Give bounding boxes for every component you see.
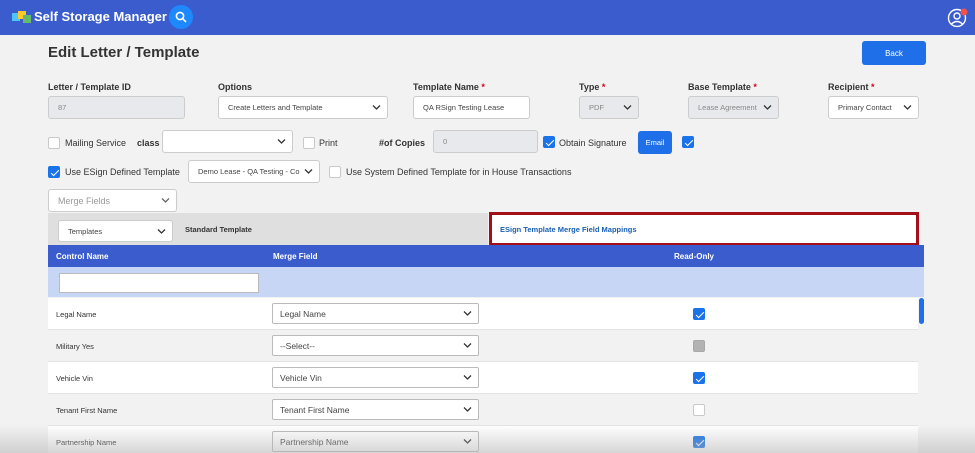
table-row: Vehicle Vin Vehicle Vin — [48, 362, 918, 394]
template-name-label: Template Name * — [413, 82, 485, 92]
page-title: Edit Letter / Template — [48, 44, 200, 61]
table-row: Legal Name Legal Name — [48, 298, 918, 330]
recipient-label: Recipient * — [828, 82, 875, 92]
chevron-down-icon — [161, 198, 170, 203]
chevron-down-icon — [157, 229, 166, 234]
read-only-checkbox[interactable] — [693, 436, 705, 448]
merge-field-select[interactable]: Tenant First Name — [272, 399, 479, 420]
control-name-cell: Legal Name — [56, 310, 97, 319]
email-button[interactable]: Email — [638, 131, 672, 154]
top-bar: Self Storage Manager — [0, 0, 975, 35]
read-only-checkbox[interactable] — [693, 372, 705, 384]
chevron-down-icon — [463, 407, 472, 412]
control-name-filter-input[interactable] — [59, 273, 259, 293]
mapping-table-header: Control Name Merge Field Read-Only — [48, 245, 924, 267]
app-title: Self Storage Manager — [34, 9, 167, 24]
control-name-cell: Vehicle Vin — [56, 374, 93, 383]
control-name-cell: Military Yes — [56, 342, 94, 351]
copies-label: #of Copies — [379, 138, 426, 148]
chevron-down-icon — [763, 105, 772, 110]
search-button[interactable] — [169, 5, 193, 29]
merge-fields-select[interactable]: Merge Fields — [48, 189, 177, 212]
options-select[interactable]: Create Letters and Template — [218, 96, 388, 119]
options-label: Options — [218, 82, 252, 92]
search-icon — [175, 11, 187, 23]
control-name-cell: Tenant First Name — [56, 406, 118, 415]
copies-field[interactable]: 0 — [433, 130, 538, 153]
email-checkbox[interactable] — [682, 136, 694, 148]
use-system-template-checkbox[interactable] — [329, 166, 341, 178]
merge-field-select[interactable]: Partnership Name — [272, 431, 479, 452]
table-row: Partnership Name Partnership Name — [48, 426, 918, 453]
print-checkbox[interactable] — [303, 137, 315, 149]
use-system-template-label: Use System Defined Template for in House… — [346, 167, 572, 177]
chevron-down-icon — [463, 311, 472, 316]
class-select[interactable] — [162, 130, 293, 153]
recipient-select[interactable]: Primary Contact — [828, 96, 919, 119]
chevron-down-icon — [623, 105, 632, 110]
merge-field-select[interactable]: Vehicle Vin — [272, 367, 479, 388]
letter-id-label: Letter / Template ID — [48, 82, 131, 92]
app-logo-icon — [12, 11, 31, 23]
obtain-signature-label: Obtain Signature — [559, 138, 627, 148]
tab-standard-template[interactable]: Standard Template — [185, 225, 252, 234]
letter-id-field: 87 — [48, 96, 185, 119]
chevron-down-icon — [277, 139, 286, 144]
read-only-checkbox — [693, 340, 705, 352]
obtain-signature-checkbox[interactable] — [543, 136, 555, 148]
template-name-input[interactable]: QA RSign Testing Lease — [413, 96, 530, 119]
table-row: Military Yes --Select-- — [48, 330, 918, 362]
user-account-icon[interactable] — [947, 7, 969, 29]
base-template-select[interactable]: Lease Agreement — [688, 96, 779, 119]
read-only-checkbox[interactable] — [693, 308, 705, 320]
base-template-label: Base Template * — [688, 82, 757, 92]
column-header-merge-field: Merge Field — [273, 252, 318, 261]
templates-select[interactable]: Templates — [58, 220, 173, 242]
chevron-down-icon — [463, 343, 472, 348]
print-label: Print — [319, 138, 338, 148]
chevron-down-icon — [463, 439, 472, 444]
chevron-down-icon — [304, 169, 313, 174]
table-scrollbar[interactable] — [919, 298, 924, 324]
chevron-down-icon — [903, 105, 912, 110]
tab-esign-label: ESign Template Merge Field Mappings — [500, 225, 637, 234]
table-row: Tenant First Name Tenant First Name — [48, 394, 918, 426]
merge-field-select[interactable]: --Select-- — [272, 335, 479, 356]
control-name-cell: Partnership Name — [56, 438, 117, 447]
chevron-down-icon — [463, 375, 472, 380]
use-esign-label: Use ESign Defined Template — [65, 167, 180, 177]
chevron-down-icon — [372, 105, 381, 110]
type-label: Type * — [579, 82, 606, 92]
mailing-service-label: Mailing Service — [65, 138, 127, 148]
class-label: class — [137, 138, 160, 148]
type-select[interactable]: PDF — [579, 96, 639, 119]
read-only-checkbox[interactable] — [693, 404, 705, 416]
column-header-read-only: Read-Only — [674, 252, 715, 261]
esign-template-select[interactable]: Demo Lease - QA Testing - Co — [188, 160, 320, 183]
use-esign-checkbox[interactable] — [48, 166, 60, 178]
merge-field-select[interactable]: Legal Name — [272, 303, 479, 324]
tab-esign-merge-field-mappings[interactable]: ESign Template Merge Field Mappings — [489, 212, 919, 246]
back-button[interactable]: Back — [862, 41, 926, 65]
column-header-control-name: Control Name — [56, 252, 109, 261]
mailing-service-checkbox[interactable] — [48, 137, 60, 149]
